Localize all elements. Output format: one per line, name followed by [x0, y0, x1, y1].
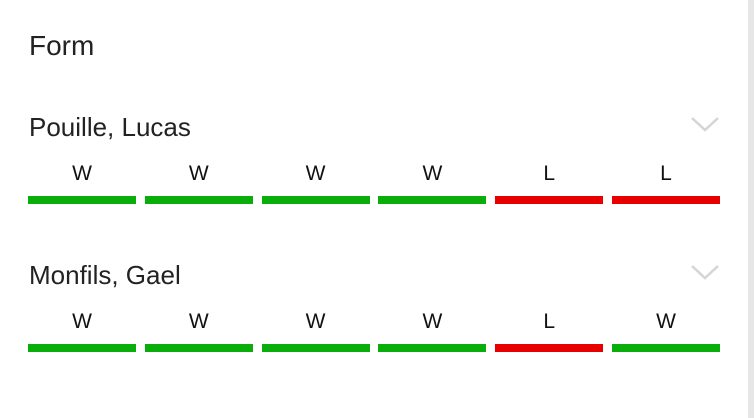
result-bar — [495, 344, 604, 352]
match-result: L — [495, 160, 604, 204]
match-result: L — [611, 160, 720, 204]
result-bar — [378, 344, 487, 352]
result-letter: W — [188, 162, 209, 185]
result-bar — [28, 196, 136, 204]
match-result: W — [611, 308, 720, 352]
result-letter: W — [305, 310, 326, 333]
result-bar — [611, 344, 720, 352]
panel-title: Form — [29, 30, 95, 61]
match-result: L — [495, 308, 604, 352]
chevron-down-icon[interactable] — [690, 114, 720, 134]
result-letter: W — [656, 310, 676, 333]
match-result: W — [261, 160, 370, 204]
result-letter: W — [72, 162, 92, 185]
result-letter: L — [660, 162, 672, 185]
result-bar — [28, 344, 136, 352]
form-panel: Form Pouille, Lucas W W W W L L Monfils,… — [0, 0, 748, 418]
results-strip: W W W W L W — [28, 308, 720, 352]
result-bar — [611, 196, 720, 204]
result-bar — [261, 344, 370, 352]
result-bar — [261, 196, 370, 204]
results-strip: W W W W L L — [28, 160, 720, 204]
player-name: Monfils, Gael — [29, 260, 181, 290]
result-letter: W — [72, 310, 92, 333]
result-letter: L — [543, 310, 556, 333]
match-result: W — [144, 308, 253, 352]
match-result: W — [28, 160, 136, 204]
result-letter: W — [422, 310, 443, 333]
result-letter: W — [305, 162, 326, 185]
chevron-down-icon[interactable] — [690, 262, 720, 282]
result-bar — [144, 196, 253, 204]
result-bar — [378, 196, 487, 204]
result-letter: L — [543, 162, 556, 185]
match-result: W — [378, 160, 487, 204]
result-letter: W — [188, 310, 209, 333]
match-result: W — [261, 308, 370, 352]
match-result: W — [28, 308, 136, 352]
match-result: W — [378, 308, 487, 352]
result-bar — [144, 344, 253, 352]
match-result: W — [144, 160, 253, 204]
player-name: Pouille, Lucas — [29, 112, 191, 142]
result-bar — [495, 196, 604, 204]
result-letter: W — [422, 162, 443, 185]
